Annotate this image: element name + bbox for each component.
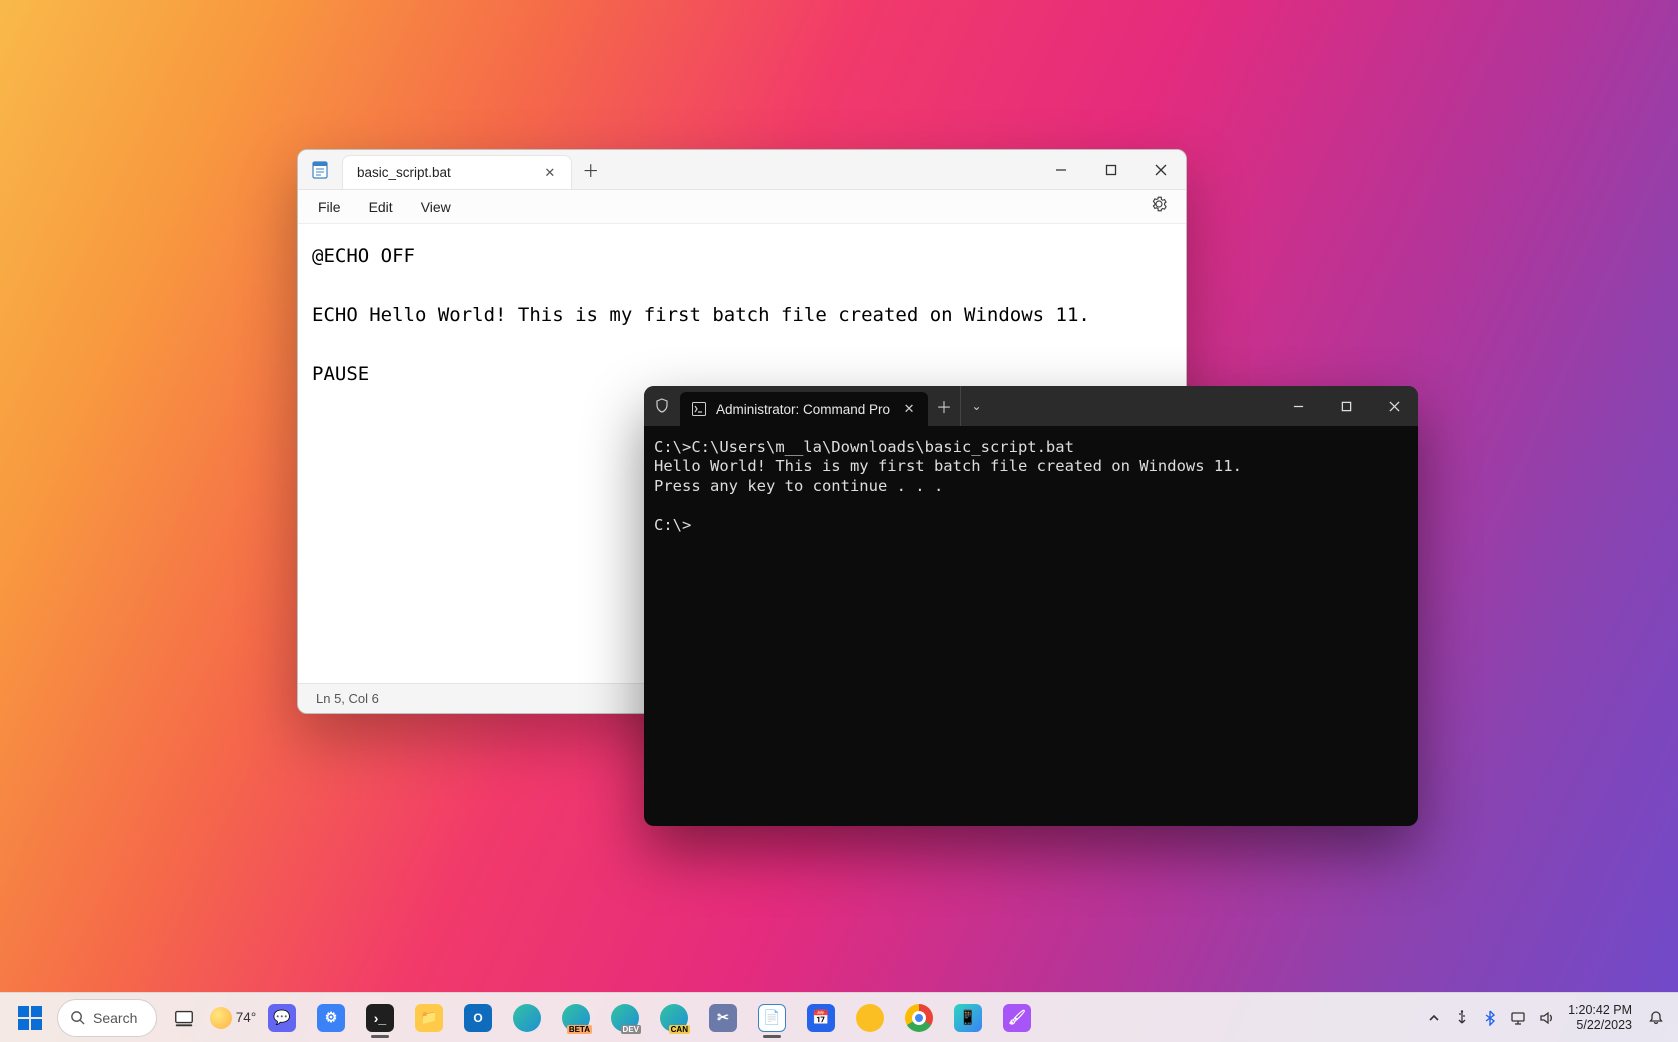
terminal-tab-title: Administrator: Command Pro xyxy=(716,402,890,417)
clock-time: 1:20:42 PM xyxy=(1568,1003,1632,1018)
search-icon xyxy=(70,1010,85,1025)
taskbar-app-terminal[interactable]: ›_ xyxy=(358,996,402,1040)
taskbar-app-explorer[interactable]: 📁 xyxy=(407,996,451,1040)
tray-bluetooth-icon[interactable] xyxy=(1478,1004,1502,1032)
taskbar-app-paint[interactable]: 🖌 xyxy=(995,996,1039,1040)
terminal-titlebar[interactable]: Administrator: Command Pro ✕ ＋ ⌄ xyxy=(644,386,1418,426)
taskbar-app-edge-beta[interactable]: BETA xyxy=(554,996,598,1040)
task-view-icon xyxy=(173,1007,195,1029)
menu-file[interactable]: File xyxy=(306,195,353,219)
terminal-tab[interactable]: Administrator: Command Pro ✕ xyxy=(680,392,928,426)
terminal-new-tab-button[interactable]: ＋ xyxy=(928,386,960,426)
notepad-tab[interactable]: basic_script.bat ✕ xyxy=(342,155,572,189)
taskbar-app-edge[interactable] xyxy=(505,996,549,1040)
taskbar-app-snip[interactable]: ✂ xyxy=(701,996,745,1040)
taskbar-app-notepad[interactable]: 📄 xyxy=(750,996,794,1040)
taskbar-app-phone-link[interactable]: 📱 xyxy=(946,996,990,1040)
taskbar-app-chrome-canary[interactable] xyxy=(848,996,892,1040)
menu-view[interactable]: View xyxy=(409,195,463,219)
tray-chevron-icon[interactable] xyxy=(1422,1004,1446,1032)
taskbar-clock[interactable]: 1:20:42 PM 5/22/2023 xyxy=(1562,1003,1638,1033)
notepad-menubar: File Edit View xyxy=(298,190,1186,224)
tray-usb-icon[interactable] xyxy=(1450,1004,1474,1032)
weather-temp: 74° xyxy=(236,1010,256,1025)
terminal-tab-dropdown[interactable]: ⌄ xyxy=(960,386,992,426)
terminal-window-controls xyxy=(1274,386,1418,426)
taskbar-left: Search 74° 💬 ⚙ ›_ 📁 O BETA DEV CAN ✂ 📄 📅… xyxy=(8,996,1039,1040)
taskbar-right: 1:20:42 PM 5/22/2023 xyxy=(1422,1003,1670,1033)
admin-shield-icon xyxy=(644,386,680,426)
notepad-tab-title: basic_script.bat xyxy=(357,165,451,180)
start-button[interactable] xyxy=(8,996,52,1040)
taskbar-app-edge-dev[interactable]: DEV xyxy=(603,996,647,1040)
taskbar-app-calendar[interactable]: 📅 xyxy=(799,996,843,1040)
minimize-button[interactable] xyxy=(1036,150,1086,189)
taskbar-app-settings[interactable]: ⚙ xyxy=(309,996,353,1040)
tray-network-icon[interactable] xyxy=(1506,1004,1530,1032)
cmd-icon xyxy=(692,402,706,416)
sun-icon xyxy=(210,1007,232,1029)
clock-date: 5/22/2023 xyxy=(1568,1018,1632,1033)
terminal-tab-close-icon[interactable]: ✕ xyxy=(900,400,918,418)
close-button[interactable] xyxy=(1136,150,1186,189)
weather-widget[interactable]: 74° xyxy=(211,996,255,1040)
taskbar-app-edge-canary[interactable]: CAN xyxy=(652,996,696,1040)
menu-edit[interactable]: Edit xyxy=(357,195,405,219)
close-button[interactable] xyxy=(1370,386,1418,426)
terminal-window: Administrator: Command Pro ✕ ＋ ⌄ C:\>C:\… xyxy=(644,386,1418,826)
windows-logo-icon xyxy=(17,1005,43,1031)
notepad-titlebar[interactable]: basic_script.bat ✕ ＋ xyxy=(298,150,1186,190)
notifications-button[interactable] xyxy=(1642,1004,1670,1032)
gear-icon xyxy=(1150,195,1168,213)
maximize-button[interactable] xyxy=(1322,386,1370,426)
maximize-button[interactable] xyxy=(1086,150,1136,189)
terminal-output[interactable]: C:\>C:\Users\m__la\Downloads\basic_scrip… xyxy=(644,426,1418,826)
taskbar-app-chrome[interactable] xyxy=(897,996,941,1040)
notepad-window-controls xyxy=(1036,150,1186,189)
cursor-position: Ln 5, Col 6 xyxy=(316,691,379,706)
taskbar: Search 74° 💬 ⚙ ›_ 📁 O BETA DEV CAN ✂ 📄 📅… xyxy=(0,992,1678,1042)
notepad-new-tab-button[interactable]: ＋ xyxy=(572,150,610,189)
search-label: Search xyxy=(93,1010,137,1026)
task-view-button[interactable] xyxy=(162,996,206,1040)
search-box[interactable]: Search xyxy=(57,999,157,1037)
tray-volume-icon[interactable] xyxy=(1534,1004,1558,1032)
minimize-button[interactable] xyxy=(1274,386,1322,426)
settings-button[interactable] xyxy=(1140,191,1178,222)
notepad-app-icon xyxy=(298,150,342,189)
notepad-tab-close-icon[interactable]: ✕ xyxy=(541,164,559,182)
taskbar-app-outlook[interactable]: O xyxy=(456,996,500,1040)
taskbar-app-chat[interactable]: 💬 xyxy=(260,996,304,1040)
